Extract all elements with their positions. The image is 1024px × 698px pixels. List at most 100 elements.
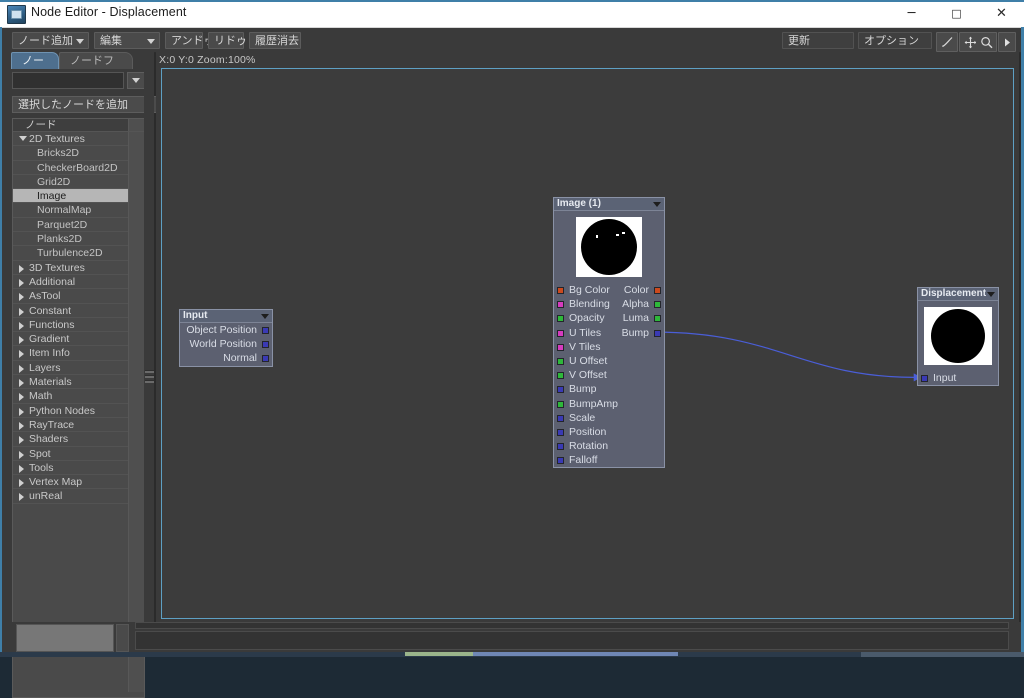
zoom-tool-button[interactable] [976,32,997,52]
maximize-button[interactable]: □ [934,0,979,26]
input-port-bumpamp[interactable] [557,400,564,408]
node-displacement[interactable]: Displacement Input [917,287,999,387]
splitter-grip[interactable] [145,370,154,384]
status-grip[interactable] [116,624,129,652]
tree-item-materials[interactable]: Materials [13,375,128,390]
next-button[interactable] [998,32,1016,52]
chevron-right-icon[interactable] [19,421,24,430]
tree-item-raytrace[interactable]: RayTrace [13,418,128,433]
output-port-color[interactable] [654,287,661,294]
node-input[interactable]: Input Object Position World Position Normal [179,309,273,367]
chevron-right-icon[interactable] [19,321,24,330]
tree-item-3d-textures[interactable]: 3D Textures [13,261,128,275]
tree-item-gradient[interactable]: Gradient [13,332,128,347]
chevron-right-icon[interactable] [19,407,24,416]
tree-item-math[interactable]: Math [13,389,128,404]
chevron-down-icon[interactable] [987,292,995,297]
add-node-menu[interactable]: ノード追加 [12,32,89,49]
tree-item-planks2d[interactable]: Planks2D [13,232,128,247]
tree-item-image[interactable]: Image [13,189,128,204]
tree-item-normalmap[interactable]: NormalMap [13,203,128,218]
tab-nodes[interactable]: ノード [11,52,59,84]
node-tree-list[interactable]: 2D Textures Bricks2D CheckerBoard2D Grid2D I… [13,132,128,632]
output-port-world-position[interactable] [262,341,269,349]
tree-item-unreal[interactable]: unReal [13,489,128,504]
pen-tool-button[interactable] [936,32,958,52]
input-port-u-tiles[interactable] [557,329,564,337]
node-image[interactable]: Image (1) Bg Color Color Blending Alpha Opaci… [553,197,665,469]
chevron-right-icon[interactable] [19,293,24,302]
options-button[interactable]: オプション [858,32,932,49]
input-port-bump[interactable] [557,386,564,394]
chevron-right-icon[interactable] [19,307,24,316]
tree-item-shaders[interactable]: Shaders [13,432,128,447]
redo-button[interactable]: リドゥ [208,32,247,49]
input-port-scale[interactable] [557,414,564,422]
output-port-alpha[interactable] [654,301,661,309]
search-dropdown-button[interactable] [127,72,145,89]
tree-item-bricks2d[interactable]: Bricks2D [13,146,128,161]
chevron-right-icon[interactable] [19,364,24,373]
input-port-position[interactable] [557,428,564,436]
tab-nodeflow[interactable]: ノードフロー [59,52,133,84]
clear-history-button[interactable]: 履歴消去 [249,32,301,49]
chevron-right-icon[interactable] [19,450,24,459]
input-port-rotation[interactable] [557,443,564,451]
edit-menu[interactable]: 編集 [94,32,160,49]
tree-item-functions[interactable]: Functions [13,318,128,333]
tree-item-constant[interactable]: Constant [13,304,128,318]
search-input[interactable] [12,72,124,89]
chevron-right-icon[interactable] [19,264,24,273]
update-button[interactable]: 更新 [782,32,854,49]
tree-item-item-info[interactable]: Item Info [13,346,128,361]
input-port-v-offset[interactable] [557,372,564,380]
input-port-falloff[interactable] [557,457,564,465]
input-port-v-tiles[interactable] [557,343,564,351]
tree-item-vertex-map[interactable]: Vertex Map [13,475,128,490]
tree-item-python-nodes[interactable]: Python Nodes [13,404,128,418]
tree-item-tools[interactable]: Tools [13,461,128,476]
tree-item-turbulence2d[interactable]: Turbulence2D [13,246,128,261]
panel-splitter[interactable] [144,52,154,622]
chevron-right-icon[interactable] [19,379,24,388]
node-header-image[interactable]: Image (1) [554,198,664,211]
chevron-down-icon[interactable] [653,202,661,207]
input-port-blending[interactable] [557,301,564,309]
connection-wire[interactable] [656,331,915,378]
input-port-opacity[interactable] [557,315,564,323]
chevron-right-icon[interactable] [19,393,24,402]
node-graph-canvas[interactable]: Input Object Position World Position Normal… [161,68,1014,619]
chevron-right-icon[interactable] [19,479,24,488]
output-port-bump[interactable] [654,329,661,337]
chevron-down-icon[interactable] [19,136,27,141]
minimize-button[interactable]: ─ [889,0,934,26]
add-selected-node-button[interactable]: 選択したノードを追加 [12,96,160,113]
tree-item-additional[interactable]: Additional [13,275,128,290]
node-graph-surface[interactable]: Input Object Position World Position Normal… [162,69,1013,618]
chevron-right-icon[interactable] [19,278,24,287]
tree-item-checkerboard2d[interactable]: CheckerBoard2D [13,161,128,175]
chevron-right-icon[interactable] [19,436,24,445]
close-button[interactable]: ✕ [979,0,1024,26]
chevron-right-icon[interactable] [19,493,24,502]
tree-item-2d-textures[interactable]: 2D Textures [13,132,128,147]
input-port-input[interactable] [921,375,928,382]
chevron-down-icon[interactable] [261,314,269,319]
output-port-object-position[interactable] [262,327,269,334]
node-header-displacement[interactable]: Displacement [918,288,998,301]
node-tree-scrollbar[interactable] [128,132,144,692]
input-port-bg-color[interactable] [557,287,564,294]
chevron-right-icon[interactable] [19,336,24,345]
tree-item-astool[interactable]: AsTool [13,289,128,304]
node-header-input[interactable]: Input [180,310,272,323]
tree-item-parquet2d[interactable]: Parquet2D [13,218,128,233]
chevron-right-icon[interactable] [19,350,24,359]
output-port-normal[interactable] [262,355,269,363]
tree-item-grid2d[interactable]: Grid2D [13,175,128,190]
preview-thumbnail[interactable] [16,624,114,652]
undo-button[interactable]: アンドゥ [165,32,215,49]
input-port-u-offset[interactable] [557,357,564,365]
tree-item-layers[interactable]: Layers [13,361,128,376]
chevron-right-icon[interactable] [19,464,24,473]
tree-item-spot[interactable]: Spot [13,447,128,461]
